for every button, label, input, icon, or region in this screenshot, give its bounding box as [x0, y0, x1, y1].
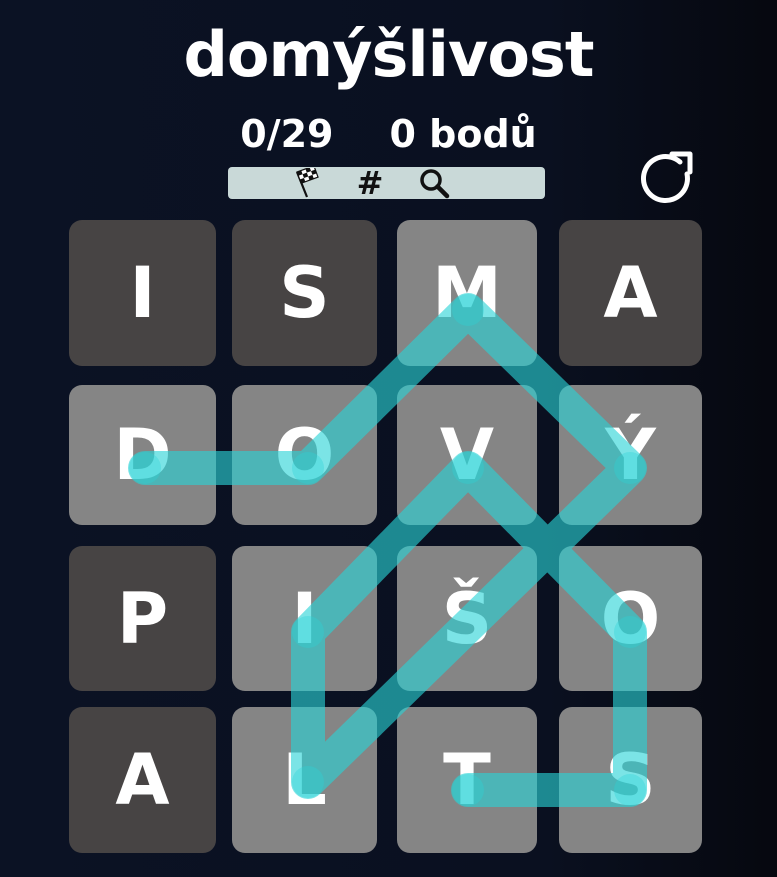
hint-toolbar: # [228, 167, 545, 199]
letter-tile[interactable]: O [232, 385, 377, 525]
hash-icon[interactable]: # [350, 167, 390, 199]
found-words-counter: 0/29 [240, 112, 334, 156]
letter-tile[interactable]: I [232, 546, 377, 691]
letter-tile[interactable]: Ý [559, 385, 702, 525]
selection-path-line [128, 293, 647, 807]
letter-tile[interactable]: S [559, 707, 702, 853]
letter-tile[interactable]: L [232, 707, 377, 853]
hash-label: # [356, 164, 384, 202]
letter-tile[interactable]: V [397, 385, 537, 525]
letter-tile[interactable]: D [69, 385, 216, 525]
letter-tile[interactable]: Š [397, 546, 537, 691]
refresh-icon[interactable] [636, 150, 698, 208]
game-title: domýšlivost [183, 18, 595, 91]
magnifier-icon[interactable] [414, 167, 454, 199]
letter-tile[interactable]: O [559, 546, 702, 691]
letter-tile[interactable]: P [69, 546, 216, 691]
letter-tile[interactable]: I [69, 220, 216, 366]
letter-tile[interactable]: T [397, 707, 537, 853]
score-counter: 0 bodů [389, 112, 537, 156]
letter-tile[interactable]: M [397, 220, 537, 366]
checkered-flag-icon[interactable] [286, 167, 326, 199]
letter-tile[interactable]: S [232, 220, 377, 366]
letter-tile[interactable]: A [69, 707, 216, 853]
letter-tile[interactable]: A [559, 220, 702, 366]
